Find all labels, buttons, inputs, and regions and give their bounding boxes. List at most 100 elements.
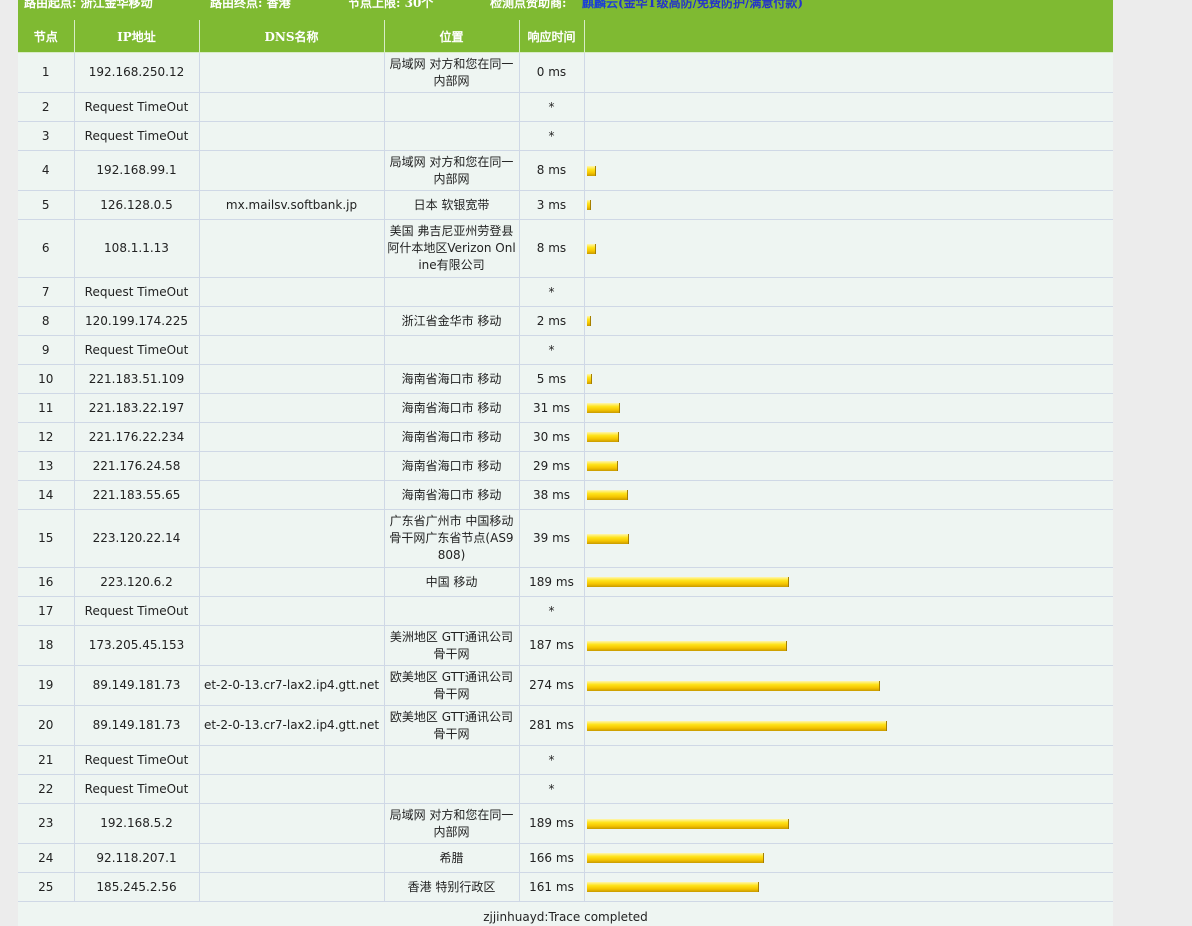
ip-cell: 221.183.55.65 — [74, 480, 200, 510]
location-cell: 欧美地区 GTT通讯公司骨干网 — [384, 705, 520, 746]
dns-cell — [199, 774, 385, 804]
dns-cell — [199, 803, 385, 844]
latency-bar-cell — [584, 480, 1113, 510]
location-cell: 海南省海口市 移动 — [384, 451, 520, 481]
table-row: 19 89.149.181.73 et-2-0-13.cr7-lax2.ip4.gt… — [18, 665, 1113, 706]
ip-cell: 221.183.22.197 — [74, 393, 200, 423]
ip-cell: Request TimeOut — [74, 277, 200, 307]
response-time-cell: * — [519, 774, 585, 804]
table-row: 25 185.245.2.56 香港 特别行政区 161 ms — [18, 872, 1113, 902]
hop-cell: 13 — [18, 451, 75, 481]
column-header-dns: DNS名称 — [199, 20, 385, 53]
sponsor-link[interactable]: 麒麟云 — [582, 0, 618, 9]
hop-limit: 节点上限: 30个 — [348, 0, 434, 10]
column-header-hop: 节点 — [18, 20, 75, 53]
hop-cell: 7 — [18, 277, 75, 307]
ip-cell: 173.205.45.153 — [74, 625, 200, 666]
latency-bar-cell — [584, 190, 1113, 220]
latency-bar-cell — [584, 625, 1113, 666]
latency-bar-cell — [584, 596, 1113, 626]
table-row: 10 221.183.51.109 海南省海口市 移动 5 ms — [18, 364, 1113, 394]
location-cell: 香港 特别行政区 — [384, 872, 520, 902]
trace-panel: 路由起点: 浙江金华移动 路由终点: 香港 节点上限: 30个 检测点赞助商: … — [18, 0, 1113, 926]
latency-bar-cell — [584, 665, 1113, 706]
ip-cell: 192.168.5.2 — [74, 803, 200, 844]
ip-cell: 223.120.6.2 — [74, 567, 200, 597]
latency-bar — [586, 577, 789, 587]
response-time-cell: 281 ms — [519, 705, 585, 746]
ip-cell: 221.176.22.234 — [74, 422, 200, 452]
dns-cell — [199, 625, 385, 666]
latency-bar — [586, 680, 880, 691]
ip-cell: 108.1.1.13 — [74, 219, 200, 278]
hop-cell: 21 — [18, 745, 75, 775]
latency-bar — [586, 316, 591, 326]
response-time-cell: * — [519, 335, 585, 365]
latency-bar — [586, 200, 591, 210]
location-cell: 日本 软银宽带 — [384, 190, 520, 220]
hop-cell: 9 — [18, 335, 75, 365]
latency-bar-cell — [584, 150, 1113, 191]
latency-bar — [586, 432, 619, 442]
response-time-cell: 274 ms — [519, 665, 585, 706]
table-row: 11 221.183.22.197 海南省海口市 移动 31 ms — [18, 393, 1113, 423]
table-row: 5 126.128.0.5 mx.mailsv.softbank.jp 日本 软银宽带… — [18, 190, 1113, 220]
hop-cell: 23 — [18, 803, 75, 844]
hop-cell: 1 — [18, 52, 75, 93]
latency-bar-cell — [584, 335, 1113, 365]
latency-bar-cell — [584, 509, 1113, 568]
ip-cell: 221.176.24.58 — [74, 451, 200, 481]
latency-bar — [586, 533, 629, 544]
location-cell — [384, 335, 520, 365]
dns-cell — [199, 335, 385, 365]
latency-bar — [586, 640, 787, 651]
response-time-cell: 161 ms — [519, 872, 585, 902]
route-destination: 路由终点: 香港 — [210, 0, 291, 10]
response-time-cell: * — [519, 121, 585, 151]
ip-cell: 192.168.99.1 — [74, 150, 200, 191]
ip-cell: 185.245.2.56 — [74, 872, 200, 902]
location-cell: 海南省海口市 移动 — [384, 393, 520, 423]
response-time-cell: * — [519, 92, 585, 122]
sponsor-description[interactable]: (金华T级高防/免费防护/满意付款) — [618, 0, 803, 9]
ip-cell: 126.128.0.5 — [74, 190, 200, 220]
latency-bar — [586, 490, 628, 500]
latency-bar-cell — [584, 393, 1113, 423]
trace-status: zjjinhuayd:Trace completed — [483, 910, 648, 924]
response-time-cell: 31 ms — [519, 393, 585, 423]
column-header-ip: IP地址 — [74, 20, 200, 53]
column-header-response-time: 响应时间 — [519, 20, 585, 53]
location-cell: 希腊 — [384, 843, 520, 873]
hop-cell: 17 — [18, 596, 75, 626]
table-row: 17 Request TimeOut * — [18, 596, 1113, 626]
latency-bar-cell — [584, 803, 1113, 844]
response-time-cell: 29 ms — [519, 451, 585, 481]
latency-bar — [586, 403, 620, 413]
sponsor-prefix: 检测点赞助商: — [490, 0, 567, 10]
traceroute-table: 节点 IP地址 DNS名称 位置 响应时间 1 192.168.250.12 局域网… — [18, 20, 1113, 902]
dns-cell — [199, 843, 385, 873]
response-time-cell: * — [519, 745, 585, 775]
response-time-cell: 8 ms — [519, 150, 585, 191]
latency-bar — [586, 461, 618, 471]
location-cell — [384, 596, 520, 626]
dns-cell — [199, 277, 385, 307]
latency-bar-cell — [584, 451, 1113, 481]
hop-cell: 22 — [18, 774, 75, 804]
ip-cell: 223.120.22.14 — [74, 509, 200, 568]
hop-cell: 15 — [18, 509, 75, 568]
ip-cell: 89.149.181.73 — [74, 665, 200, 706]
location-cell — [384, 774, 520, 804]
table-row: 20 89.149.181.73 et-2-0-13.cr7-lax2.ip4.gt… — [18, 705, 1113, 746]
location-cell: 美洲地区 GTT通讯公司骨干网 — [384, 625, 520, 666]
table-row: 1 192.168.250.12 局域网 对方和您在同一内部网 0 ms — [18, 52, 1113, 93]
table-row: 7 Request TimeOut * — [18, 277, 1113, 307]
location-cell: 广东省广州市 中国移动骨干网广东省节点(AS9808) — [384, 509, 520, 568]
dns-cell — [199, 364, 385, 394]
table-header-row: 节点 IP地址 DNS名称 位置 响应时间 — [18, 20, 1113, 53]
location-cell — [384, 92, 520, 122]
table-row: 22 Request TimeOut * — [18, 774, 1113, 804]
ip-cell: Request TimeOut — [74, 335, 200, 365]
ip-cell: Request TimeOut — [74, 92, 200, 122]
table-row: 21 Request TimeOut * — [18, 745, 1113, 775]
